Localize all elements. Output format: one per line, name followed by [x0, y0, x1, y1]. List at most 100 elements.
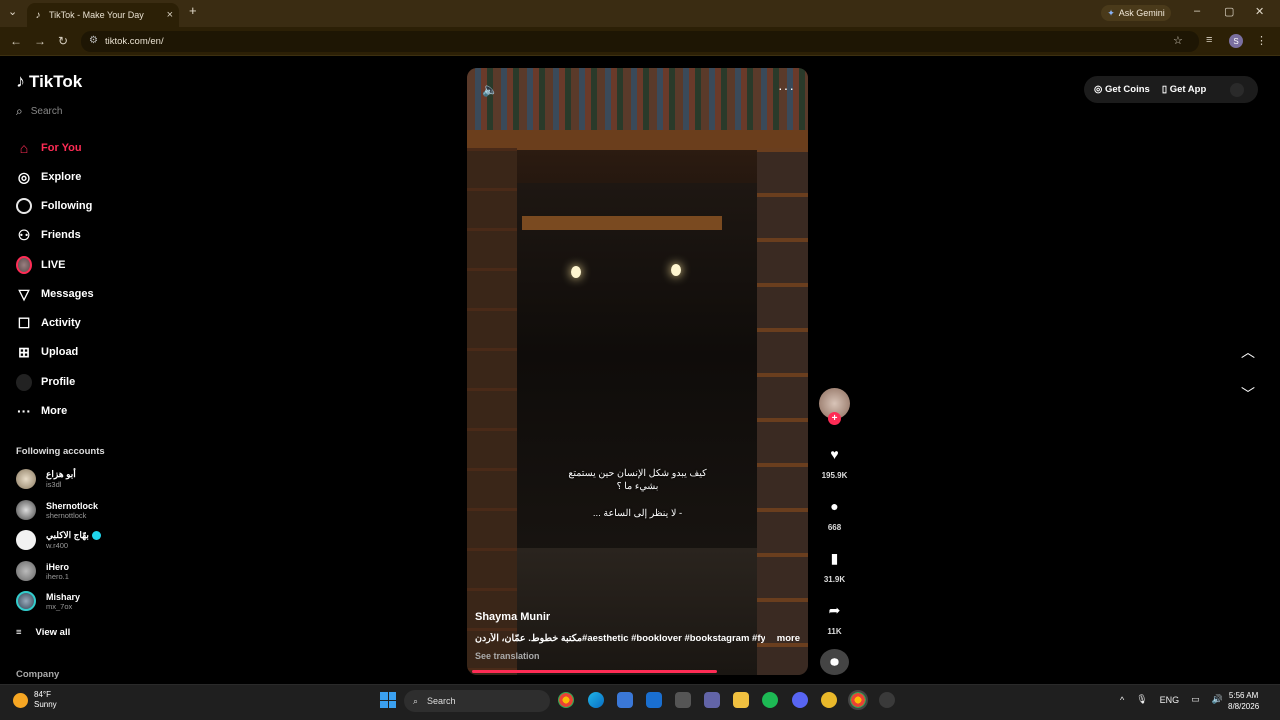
more-button[interactable]: more [777, 633, 800, 644]
taskbar-clock[interactable]: 5:56 AM 8/8/2026 [1228, 690, 1259, 712]
nav-upload[interactable]: ⊞ Upload [16, 342, 78, 362]
minimize-button[interactable]: – [1194, 5, 1200, 17]
nav-explore[interactable]: ◎ Explore [16, 167, 81, 187]
nav-more[interactable]: ··· More [16, 401, 67, 421]
share-arrow-icon: ➦ [828, 602, 841, 618]
following-account-item[interactable]: Shernotlock shernottlock [16, 500, 98, 520]
nav-label: Profile [41, 376, 76, 388]
video-frame-left-shelf [467, 148, 517, 675]
tray-chevron-up-icon[interactable]: ^ [1120, 695, 1124, 705]
windows-start-icon[interactable] [380, 692, 396, 708]
video-description: مكتبة خطوط. عمّان، الأردن#aesthetic #boo… [475, 633, 800, 644]
maximize-button[interactable]: ▢ [1224, 5, 1234, 18]
browser-menu-icon[interactable]: ⋮ [1256, 34, 1267, 47]
get-coins-button[interactable]: ◎ Get Coins [1094, 84, 1150, 95]
nav-activity[interactable]: ☐ Activity [16, 313, 81, 333]
following-account-item[interactable]: أبو هزاع is3dl [16, 469, 76, 489]
video-frame-beam [467, 130, 808, 150]
browser-profile-avatar[interactable]: S [1229, 34, 1243, 48]
media-controls-icon[interactable]: ≡ [1206, 34, 1212, 46]
phone-icon: ▯ [1161, 84, 1168, 95]
store-taskbar-icon[interactable] [617, 692, 633, 708]
teams-taskbar-icon[interactable] [704, 692, 720, 708]
following-account-item[interactable]: بهّاج الاكلبي w.r400 [16, 530, 101, 550]
user-avatar[interactable] [1230, 82, 1245, 97]
like-action[interactable]: ♥ 195.9K [819, 446, 850, 480]
language-indicator[interactable]: ENG [1160, 695, 1180, 705]
coin-icon: ◎ [1094, 84, 1103, 95]
tiktok-note-icon: ♪ [16, 71, 25, 91]
video-frame-floor [517, 548, 757, 675]
volume-icon[interactable]: 🔈 [482, 82, 498, 98]
lamp-light [571, 266, 581, 278]
chrome-taskbar-icon[interactable] [558, 692, 574, 708]
discord-taskbar-icon[interactable] [792, 692, 808, 708]
nav-profile[interactable]: Profile [16, 372, 75, 392]
nav-following[interactable]: Following [16, 196, 92, 216]
chrome-active-taskbar-icon[interactable] [848, 690, 868, 710]
clock-date: 8/8/2026 [1228, 702, 1260, 711]
save-action[interactable]: ▮ 31.9K [819, 550, 850, 584]
home-icon: ⌂ [19, 140, 29, 156]
view-all-button[interactable]: ≡ View all [16, 627, 70, 638]
compass-icon: ◎ [17, 168, 31, 185]
bookmark-star-icon[interactable]: ☆ [1173, 34, 1183, 47]
account-name: بهّاج الاكلبي [46, 530, 89, 540]
taskbar-search-box[interactable]: ⌕ Search [404, 690, 550, 712]
video-author-name[interactable]: Shayma Munir [475, 611, 550, 623]
reload-icon[interactable]: ↻ [58, 34, 68, 48]
nav-friends[interactable]: ⚇ Friends [16, 225, 81, 245]
video-progress-bar[interactable] [472, 670, 717, 673]
url-field[interactable]: ⚙ tiktok.com/en/ [81, 31, 1199, 52]
microphone-icon[interactable]: 🎙 [1136, 694, 1147, 705]
spotify-taskbar-icon[interactable] [762, 692, 778, 708]
speaker-icon[interactable]: 🔊 [1212, 694, 1223, 705]
forward-arrow-icon[interactable]: → [34, 34, 46, 48]
account-handle: ihero.1 [46, 571, 69, 581]
close-window-button[interactable]: ✕ [1255, 5, 1264, 18]
following-account-item[interactable]: iHero ihero.1 [16, 561, 69, 581]
app-taskbar-icon[interactable] [675, 692, 691, 708]
ask-gemini-button[interactable]: ✦ Ask Gemini [1101, 5, 1171, 21]
weather-temp: 84°F [34, 690, 51, 699]
settings-taskbar-icon[interactable] [879, 692, 895, 708]
nav-live[interactable]: LIVE [16, 255, 65, 275]
music-disc-icon[interactable] [820, 649, 849, 675]
share-action[interactable]: ➦ 11K [819, 602, 850, 636]
video-player[interactable]: 🔈 ··· كيف يبدو شكل الإنسان حين يستمتع بش… [467, 68, 808, 675]
clock-time: 5:56 AM [1228, 691, 1259, 700]
outlook-taskbar-icon[interactable] [646, 692, 662, 708]
following-accounts-title: Following accounts [16, 446, 105, 457]
more-icon: ··· [17, 403, 31, 419]
edge-taskbar-icon[interactable] [588, 692, 604, 708]
messages-icon: ▽ [18, 285, 30, 302]
back-arrow-icon[interactable]: ← [10, 34, 22, 48]
see-translation-link[interactable]: See translation [475, 651, 540, 661]
description-text: مكتبة خطوط. عمّان، الأردن#aesthetic #boo… [475, 633, 765, 644]
get-app-button[interactable]: ▯ Get App [1162, 84, 1206, 95]
site-info-icon[interactable]: ⚙ [89, 35, 98, 46]
search-input[interactable]: ⌕ Search [16, 104, 62, 119]
account-handle: w.r400 [46, 541, 69, 550]
previous-video-chevron-up-icon[interactable]: ︿ [1241, 342, 1255, 362]
file-explorer-taskbar-icon[interactable] [733, 692, 749, 708]
nav-messages[interactable]: ▽ Messages [16, 284, 94, 304]
new-tab-button[interactable]: + [189, 3, 197, 18]
comment-action[interactable]: ● 668 [819, 498, 850, 532]
tab-close-icon[interactable]: × [167, 9, 173, 21]
lamp-light [671, 264, 681, 276]
browser-tab[interactable]: ♪ TikTok - Make Your Day × [27, 3, 179, 27]
next-video-chevron-down-icon[interactable]: ﹀ [1241, 384, 1255, 404]
chat-taskbar-icon[interactable] [821, 692, 837, 708]
follow-plus-button[interactable]: + [828, 412, 841, 425]
company-link[interactable]: Company [16, 669, 59, 680]
more-options-icon[interactable]: ··· [778, 80, 795, 96]
following-account-item[interactable]: Mishary mx_7ox [16, 591, 80, 611]
tiktok-logo[interactable]: ♪ TikTok [16, 71, 82, 92]
nav-label: Messages [41, 288, 94, 300]
network-icon[interactable]: ▭ [1191, 694, 1200, 705]
nav-for-you[interactable]: ⌂ For You [16, 138, 82, 158]
avatar [16, 530, 36, 550]
weather-widget[interactable]: 84°F Sunny [13, 690, 57, 710]
tab-list-button[interactable]: ⌄ [8, 5, 17, 18]
